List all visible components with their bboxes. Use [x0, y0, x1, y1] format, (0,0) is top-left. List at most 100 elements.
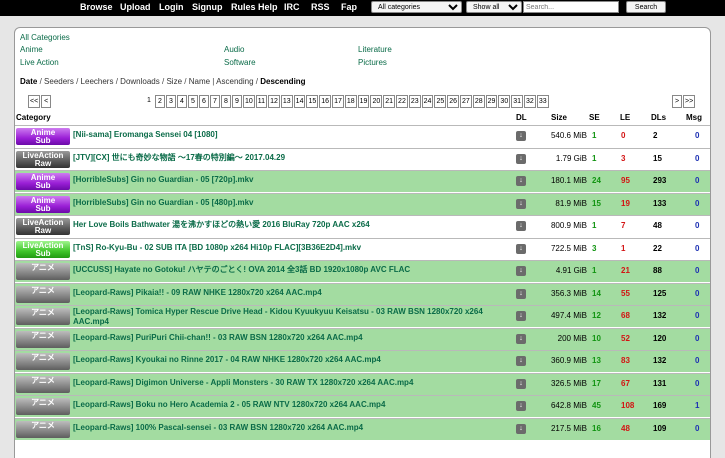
torrent-title-link[interactable]: Her Love Boils Bathwater 湯を沸かすほどの熱い愛 201… [73, 220, 513, 230]
header-le[interactable]: LE [620, 113, 630, 122]
download-arrow-icon[interactable]: ↓ [516, 311, 526, 321]
messages-count[interactable]: 0 [695, 176, 699, 185]
messages-count[interactable]: 0 [695, 289, 699, 298]
pager-page-button[interactable]: 4 [177, 95, 187, 108]
torrent-title-link[interactable]: [Leopard-Raws] Digimon Universe - Appli … [73, 378, 513, 388]
messages-count[interactable]: 0 [695, 131, 699, 140]
pager-page-button[interactable]: 12 [268, 95, 280, 108]
pager-last-button[interactable]: >> [683, 95, 696, 108]
download-arrow-icon[interactable]: ↓ [516, 198, 526, 209]
torrent-title-link[interactable]: [TnS] Ro-Kyu-Bu - 02 SUB ITA [BD 1080p x… [73, 243, 513, 253]
nav-browse[interactable]: Browse [80, 2, 113, 12]
messages-count[interactable]: 1 [695, 401, 699, 410]
category-badge[interactable]: LiveAction Raw [16, 218, 70, 235]
torrent-title-link[interactable]: [UCCUSS] Hayate no Gotoku! ハヤテのごとく! OVA … [73, 265, 513, 275]
pager-page-button[interactable]: 15 [306, 95, 319, 108]
category-audio[interactable]: Audio [224, 45, 244, 54]
pager-page-button[interactable]: 31 [511, 95, 524, 108]
category-badge[interactable]: Anime Sub [16, 128, 70, 145]
pager-page-button[interactable]: 20 [370, 95, 383, 108]
pager-page-button[interactable]: 11 [255, 95, 268, 108]
download-arrow-icon[interactable]: ↓ [516, 401, 526, 411]
nav-login[interactable]: Login [159, 2, 184, 12]
pager-page-button[interactable]: 16 [319, 95, 332, 108]
search-input[interactable] [523, 1, 619, 13]
pager-page-button[interactable]: 10 [243, 95, 255, 108]
sort-seeders[interactable]: Seeders [44, 77, 74, 86]
pager-page-button[interactable]: 33 [536, 95, 549, 108]
category-badge[interactable]: Anime Sub [16, 173, 70, 190]
download-arrow-icon[interactable]: ↓ [516, 356, 526, 366]
category-literature[interactable]: Literature [358, 45, 392, 54]
pager-page-button[interactable]: 19 [357, 95, 370, 108]
sort-descending[interactable]: Descending [260, 77, 305, 86]
torrent-title-link[interactable]: [Leopard-Raws] PuriPuri Chii-chan!! - 03… [73, 333, 513, 343]
sort-leechers[interactable]: Leechers [81, 77, 114, 86]
messages-count[interactable]: 0 [695, 244, 699, 253]
header-category[interactable]: Category [16, 113, 51, 122]
nav-signup[interactable]: Signup [192, 2, 223, 12]
category-anime[interactable]: Anime [20, 45, 43, 54]
category-badge[interactable]: アニメ [16, 353, 70, 370]
filter-select[interactable]: Show all [466, 1, 522, 13]
sort-date[interactable]: Date [20, 77, 37, 86]
torrent-title-link[interactable]: [Leopard-Raws] Tomica Hyper Rescue Drive… [73, 307, 513, 327]
torrent-title-link[interactable]: [Nii-sama] Eromanga Sensei 04 [1080] [73, 130, 513, 140]
category-software[interactable]: Software [224, 58, 256, 67]
pager-page-button[interactable]: 27 [460, 95, 472, 108]
pager-next-button[interactable]: > [672, 95, 682, 108]
nav-irc[interactable]: IRC [284, 2, 300, 12]
torrent-title-link[interactable]: [Leopard-Raws] Kyoukai no Rinne 2017 - 0… [73, 355, 513, 365]
pager-page-button[interactable]: 1 [144, 95, 154, 108]
pager-page-button[interactable]: 3 [166, 95, 176, 108]
category-badge[interactable]: アニメ [16, 420, 70, 438]
messages-count[interactable]: 0 [695, 221, 699, 230]
download-arrow-icon[interactable]: ↓ [516, 266, 526, 276]
messages-count[interactable]: 0 [695, 356, 699, 365]
messages-count[interactable]: 0 [695, 266, 699, 275]
sort-ascending[interactable]: Ascending [216, 77, 253, 86]
messages-count[interactable]: 0 [695, 311, 699, 320]
header-se[interactable]: SE [589, 113, 600, 122]
category-badge[interactable]: LiveAction Raw [16, 150, 70, 168]
sort-size[interactable]: Size [166, 77, 182, 86]
torrent-title-link[interactable]: [Leopard-Raws] Pikaia!! - 09 RAW NHKE 12… [73, 288, 513, 298]
download-arrow-icon[interactable]: ↓ [516, 378, 526, 389]
pager-page-button[interactable]: 30 [498, 95, 511, 108]
pager-page-button[interactable]: 6 [199, 95, 209, 108]
download-arrow-icon[interactable]: ↓ [516, 176, 526, 186]
pager-page-button[interactable]: 18 [344, 95, 357, 108]
messages-count[interactable]: 0 [695, 154, 699, 163]
category-select[interactable]: All categories [371, 1, 462, 13]
pager-page-button[interactable]: 9 [232, 95, 242, 108]
download-arrow-icon[interactable]: ↓ [516, 131, 526, 141]
nav-fap[interactable]: Fap [341, 2, 357, 12]
category-live-action[interactable]: Live Action [20, 58, 59, 67]
category-badge[interactable]: アニメ [16, 330, 70, 348]
category-badge[interactable]: アニメ [16, 285, 70, 303]
sort-downloads[interactable]: Downloads [120, 77, 160, 86]
download-arrow-icon[interactable]: ↓ [516, 423, 526, 434]
category-badge[interactable]: アニメ [16, 375, 70, 393]
category-badge[interactable]: LiveAction Sub [16, 240, 70, 258]
pager-first-button[interactable]: << [28, 95, 41, 108]
header-dls[interactable]: DLs [651, 113, 666, 122]
messages-count[interactable]: 0 [695, 199, 699, 208]
download-arrow-icon[interactable]: ↓ [516, 243, 526, 254]
nav-rules-help[interactable]: Rules Help [231, 2, 278, 12]
torrent-title-link[interactable]: [JTV][CX] 世にも奇妙な物語 ～17春の特別編～ 2017.04.29 [73, 153, 513, 163]
category-badge[interactable]: アニメ [16, 308, 70, 325]
pager-page-button[interactable]: 24 [421, 95, 434, 108]
pager-page-button[interactable]: 13 [280, 95, 293, 108]
torrent-title-link[interactable]: [HorribleSubs] Gin no Guardian - 05 [480… [73, 198, 513, 208]
pager-prev-button[interactable]: < [41, 95, 52, 108]
pager-page-button[interactable]: 5 [188, 95, 198, 108]
torrent-title-link[interactable]: [HorribleSubs] Gin no Guardian - 05 [720… [73, 175, 513, 185]
category-badge[interactable]: アニメ [16, 398, 70, 415]
messages-count[interactable]: 0 [695, 334, 699, 343]
pager-page-button[interactable]: 8 [221, 95, 231, 108]
messages-count[interactable]: 0 [695, 379, 699, 388]
download-arrow-icon[interactable]: ↓ [516, 153, 526, 164]
pager-page-button[interactable]: 7 [210, 95, 220, 108]
pager-page-button[interactable]: 22 [396, 95, 408, 108]
